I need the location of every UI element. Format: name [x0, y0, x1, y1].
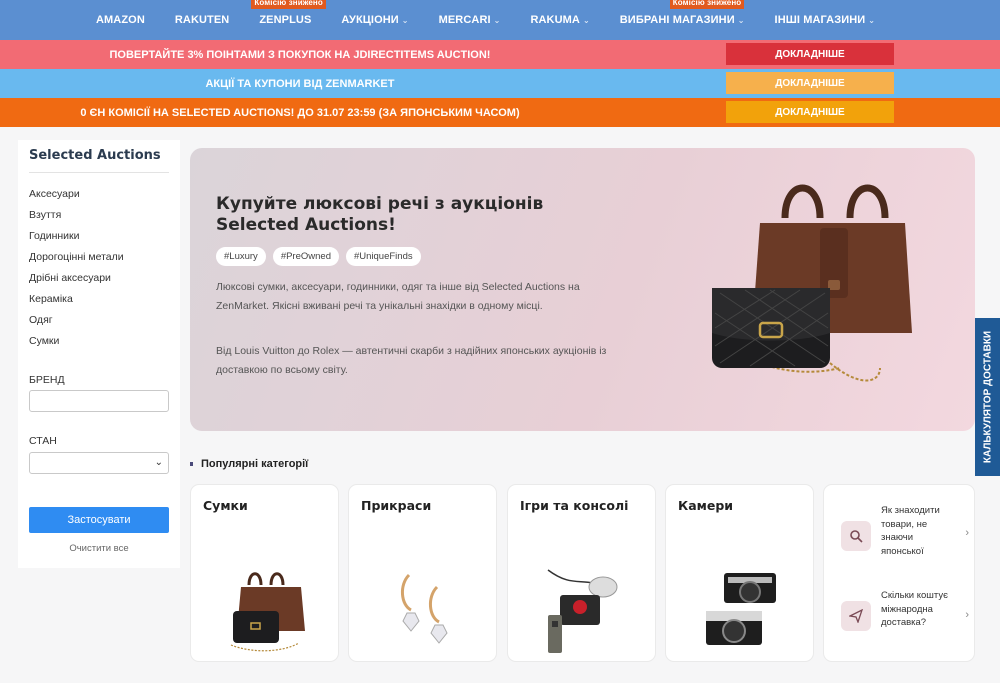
shipping-calculator-label: КАЛЬКУЛЯТОР ДОСТАВКИ [982, 330, 993, 464]
sidebar-category-link[interactable]: Аксесуари [29, 188, 80, 200]
category-label: Камери [678, 498, 734, 513]
promo-text: ПОВЕРТАЙТЕ 3% ПОІНТАМИ З ПОКУПОК НА JDIR… [109, 48, 491, 61]
sidebar-category-link[interactable]: Дорогоцінні метали [29, 251, 124, 263]
game-controller-image [547, 569, 618, 653]
apply-button[interactable]: Застосувати [29, 507, 169, 533]
promo-bar: ПОВЕРТАЙТЕ 3% ПОІНТАМИ З ПОКУПОК НА JDIR… [0, 40, 1000, 69]
nav-item-label: ІНШІ МАГАЗИНИ [774, 14, 866, 26]
brand-input[interactable] [29, 390, 169, 412]
nav-item-mercari[interactable]: MERCARI ⌄ [439, 14, 501, 26]
sidebar-category-link[interactable]: Дрібні аксесуари [29, 272, 111, 284]
promo-text: 0 ЄН КОМІСІЇ НА SELECTED AUCTIONS! ДО 31… [80, 106, 520, 119]
promo-text: АКЦІЇ ТА КУПОНИ ВІД ZENMARKET [205, 77, 395, 90]
chevron-down-icon: ⌄ [737, 16, 745, 25]
chevron-down-icon: ⌄ [493, 16, 501, 25]
paper-plane-icon [841, 601, 871, 631]
promo-details-button[interactable]: ДОКЛАДНІШЕ [726, 101, 894, 123]
sidebar-category-link[interactable]: Одяг [29, 314, 53, 326]
help-link-search[interactable]: Як знаходити товари, не знаючи японської… [839, 503, 971, 565]
help-link-shipping[interactable]: Скільки коштує міжнародна доставка? › [839, 589, 971, 645]
chevron-down-icon: ⌄ [582, 16, 590, 25]
category-label: Ігри та консолі [520, 498, 629, 513]
divider [29, 172, 169, 173]
luxury-bags-image [712, 184, 912, 382]
earrings-image [401, 573, 448, 644]
filter-sidebar: Selected Auctions Аксесуари Взуття Годин… [18, 140, 180, 568]
hashtag-pill[interactable]: #PreOwned [272, 247, 339, 266]
hashtag-pill[interactable]: #UniqueFinds [345, 247, 421, 266]
hero-description: Від Louis Vuitton до Rolex — автентичні … [216, 345, 607, 376]
promo-details-button[interactable]: ДОКЛАДНІШЕ [726, 43, 894, 65]
help-links-card: Як знаходити товари, не знаючи японської… [823, 484, 975, 662]
sidebar-category-link[interactable]: Кераміка [29, 293, 73, 305]
hashtag-pill[interactable]: #Luxury [216, 247, 266, 266]
commission-badge: Комісію знижено [669, 0, 745, 9]
search-icon [841, 521, 871, 551]
hero-banner: Купуйте люксові речі з аукціонів Selecte… [190, 148, 975, 431]
chevron-right-icon: › [965, 609, 969, 621]
sidebar-category-link[interactable]: Сумки [29, 335, 59, 347]
sidebar-title: Selected Auctions [29, 148, 161, 163]
category-card-bags[interactable]: Сумки [190, 484, 339, 662]
commission-badge: Комісію знижено [251, 0, 326, 9]
category-label: Сумки [203, 498, 248, 513]
top-navigation: AMAZON RAKUTEN Комісію знижено ZENPLUS АУ… [0, 0, 1000, 40]
nav-item-auctions[interactable]: АУКЦІОНИ ⌄ [341, 14, 408, 26]
promo-bar: 0 ЄН КОМІСІЇ НА SELECTED AUCTIONS! ДО 31… [0, 98, 1000, 127]
nav-item-rakuten[interactable]: RAKUTEN [175, 14, 229, 26]
help-link-text: Як знаходити товари, не знаючи японської [881, 505, 940, 557]
condition-select[interactable]: ⌄ [29, 452, 169, 474]
nav-item-label: RAKUMA [530, 14, 580, 26]
category-card-jewelry[interactable]: Прикраси [348, 484, 497, 662]
nav-item-label: RAKUTEN [174, 14, 230, 26]
category-label: Прикраси [361, 498, 432, 513]
chevron-down-icon: ⌄ [401, 16, 409, 25]
chevron-right-icon: › [965, 527, 969, 539]
help-link-text: Скільки коштує міжнародна доставка? [881, 590, 948, 628]
clear-all-link[interactable]: Очистити все [29, 543, 169, 554]
nav-item-zenplus[interactable]: Комісію знижено ZENPLUS [251, 0, 326, 26]
nav-item-selected-shops[interactable]: Комісію знижено ВИБРАНІ МАГАЗИНИ ⌄ [619, 0, 745, 26]
section-marker [190, 462, 193, 466]
brand-label: БРЕНД [29, 374, 65, 386]
category-card-games[interactable]: Ігри та консолі [507, 484, 656, 662]
bags-image [230, 572, 305, 652]
category-card-cameras[interactable]: Камери [665, 484, 814, 662]
cameras-image [706, 573, 776, 645]
sidebar-category-link[interactable]: Годинники [29, 230, 80, 242]
nav-item-label: MERCARI [438, 14, 491, 26]
hero-description: Люксові сумки, аксесуари, годинники, одя… [216, 281, 580, 312]
nav-item-rakuma[interactable]: RAKUMA ⌄ [530, 14, 589, 26]
nav-item-label: АУКЦІОНИ [341, 14, 399, 26]
nav-item-amazon[interactable]: AMAZON [96, 14, 145, 26]
promo-bar: АКЦІЇ ТА КУПОНИ ВІД ZENMARKET ДОКЛАДНІШЕ [0, 69, 1000, 98]
hero-title: Купуйте люксові речі з аукціонів Selecte… [216, 194, 544, 235]
sidebar-category-link[interactable]: Взуття [29, 209, 61, 221]
shipping-calculator-tab[interactable]: КАЛЬКУЛЯТОР ДОСТАВКИ [975, 318, 1000, 476]
nav-item-label: ZENPLUS [259, 14, 312, 26]
promo-details-button[interactable]: ДОКЛАДНІШЕ [726, 72, 894, 94]
condition-label: СТАН [29, 435, 57, 447]
popular-categories-title: Популярні категорії [201, 458, 309, 470]
nav-item-label: AMAZON [96, 14, 145, 26]
chevron-down-icon: ⌄ [154, 457, 163, 468]
nav-item-other-shops[interactable]: ІНШІ МАГАЗИНИ ⌄ [775, 14, 876, 26]
chevron-down-icon: ⌄ [868, 16, 876, 25]
hero-tags: #Luxury #PreOwned #UniqueFinds [216, 247, 421, 266]
nav-item-label: ВИБРАНІ МАГАЗИНИ [619, 14, 735, 26]
